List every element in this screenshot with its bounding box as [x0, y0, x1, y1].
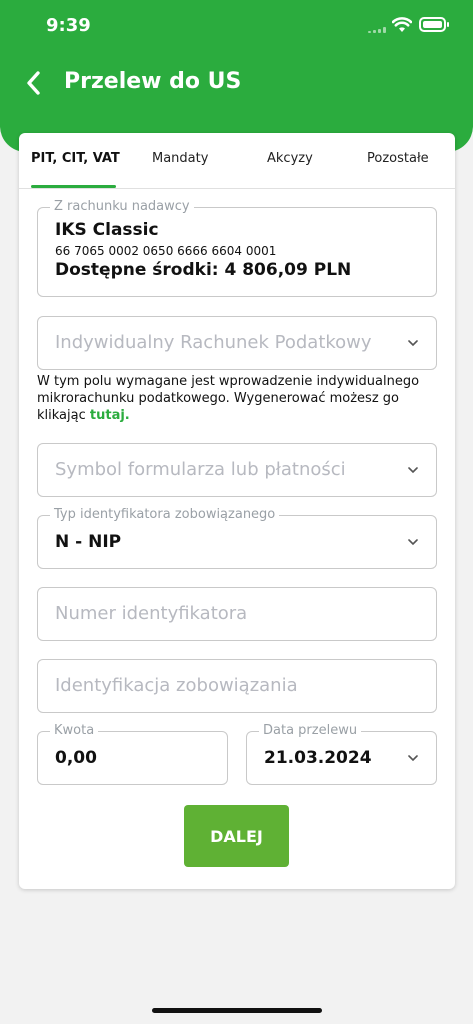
- account-name: IKS Classic: [55, 220, 159, 240]
- amount-label: Kwota: [50, 723, 99, 738]
- form-symbol-placeholder: Symbol formularza lub płatności: [55, 459, 346, 480]
- transfer-date-label: Data przelewu: [259, 723, 362, 738]
- amount-value: 0,00: [55, 748, 97, 768]
- from-account-selector[interactable]: Z rachunku nadawcy IKS Classic 66 7065 0…: [37, 199, 437, 297]
- tab-akcyzy[interactable]: Akcyzy: [267, 151, 313, 166]
- identifier-number-placeholder: Numer identyfikatora: [55, 603, 248, 624]
- chevron-down-icon: [408, 340, 418, 347]
- cellular-signal-icon: [368, 27, 386, 33]
- wifi-icon: [392, 17, 412, 32]
- tab-pozostale[interactable]: Pozostałe: [367, 151, 429, 166]
- tax-account-placeholder: Indywidualny Rachunek Podatkowy: [55, 332, 372, 353]
- battery-icon: [419, 17, 449, 32]
- chevron-down-icon: [408, 755, 418, 762]
- chevron-down-icon: [408, 539, 418, 546]
- home-indicator: [152, 1008, 322, 1013]
- tab-mandaty[interactable]: Mandaty: [152, 151, 208, 166]
- from-account-label: Z rachunku nadawcy: [50, 199, 194, 214]
- tax-account-info: W tym polu wymagane jest wprowadzenie in…: [37, 373, 437, 424]
- account-number: 66 7065 0002 0650 6666 6604 0001: [55, 244, 277, 258]
- transfer-form-card: PIT, CIT, VAT Mandaty Akcyzy Pozostałe Z…: [19, 133, 455, 889]
- available-balance: Dostępne środki: 4 806,09 PLN: [55, 260, 352, 280]
- amount-input[interactable]: Kwota 0,00: [37, 723, 228, 785]
- page-title: Przelew do US: [64, 69, 242, 94]
- identifier-type-label: Typ identyfikatora zobowiązanego: [50, 507, 280, 522]
- obligation-id-placeholder: Identyfikacja zobowiązania: [55, 675, 298, 696]
- transfer-date-value: 21.03.2024: [264, 748, 372, 768]
- identifier-number-input[interactable]: Numer identyfikatora: [37, 587, 437, 641]
- tax-account-dropdown[interactable]: Indywidualny Rachunek Podatkowy: [37, 316, 437, 370]
- back-button[interactable]: [22, 68, 46, 98]
- chevron-down-icon: [408, 467, 418, 474]
- next-button[interactable]: DALEJ: [184, 805, 289, 867]
- status-time: 9:39: [46, 15, 91, 36]
- transfer-date-picker[interactable]: Data przelewu 21.03.2024: [246, 723, 437, 785]
- app-header: 9:39 Przelew do US: [0, 0, 473, 152]
- generate-account-link[interactable]: tutaj.: [90, 408, 130, 423]
- identifier-type-dropdown[interactable]: Typ identyfikatora zobowiązanego N - NIP: [37, 507, 437, 569]
- identifier-type-value: N - NIP: [55, 532, 122, 552]
- form-symbol-dropdown[interactable]: Symbol formularza lub płatności: [37, 443, 437, 497]
- obligation-id-input[interactable]: Identyfikacja zobowiązania: [37, 659, 437, 713]
- tab-divider: [19, 188, 455, 189]
- tab-pit-cit-vat[interactable]: PIT, CIT, VAT: [31, 151, 120, 166]
